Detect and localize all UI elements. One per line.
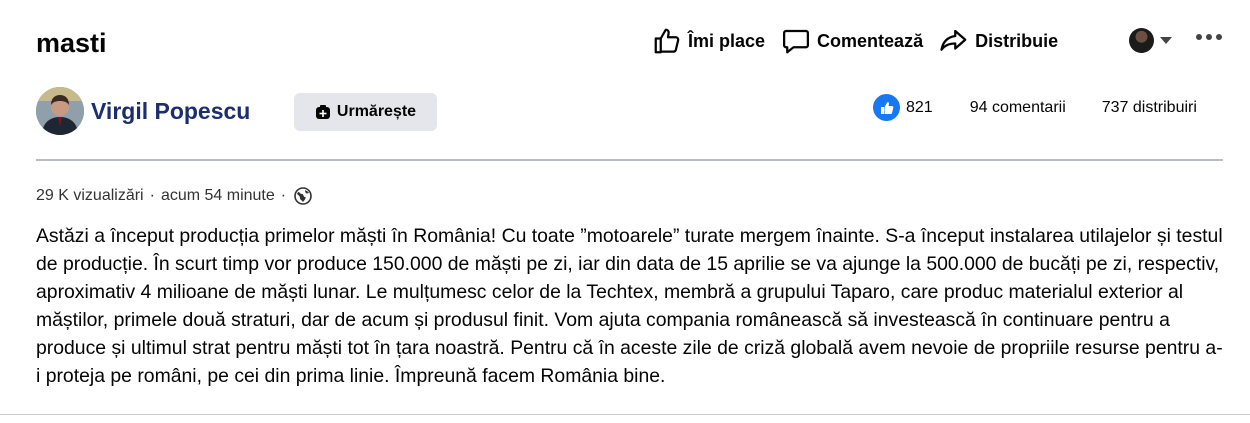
account-avatar — [1129, 28, 1154, 53]
more-options-button[interactable] — [1196, 34, 1222, 40]
share-count[interactable]: 737 distribuiri — [1102, 99, 1197, 117]
account-switcher[interactable] — [1129, 28, 1172, 53]
post-meta: 29 K vizualizări · acum 54 minute · — [36, 187, 312, 205]
speech-bubble-icon — [783, 29, 810, 54]
comment-count[interactable]: 94 comentarii — [970, 99, 1066, 117]
follow-button[interactable]: Urmărește — [294, 93, 437, 131]
more-dots-icon — [1196, 34, 1202, 40]
share-label: Distribuie — [975, 30, 1059, 51]
post-time[interactable]: acum 54 minute — [161, 187, 275, 205]
share-button[interactable]: Distribuie — [939, 26, 1058, 56]
like-button[interactable]: Îmi place — [652, 26, 765, 56]
reaction-stats: 821 94 comentarii 737 distribuiri — [873, 94, 1197, 121]
like-label: Îmi place — [688, 30, 766, 51]
share-arrow-icon — [940, 29, 967, 51]
chevron-down-icon — [1160, 37, 1172, 44]
author-avatar[interactable] — [36, 87, 84, 135]
comment-label: Comentează — [817, 30, 924, 51]
meta-separator: · — [149, 187, 155, 204]
divider — [36, 159, 1223, 161]
author-row: Virgil Popescu — [36, 87, 250, 135]
comment-button[interactable]: Comentează — [781, 26, 923, 56]
action-bar: Îmi place Comentează Distribuie — [652, 26, 1058, 56]
globe-icon[interactable] — [294, 187, 312, 205]
follow-label: Urmărește — [336, 103, 417, 120]
post-body-text: Astăzi a început producția primelor mășt… — [36, 225, 1223, 387]
video-title: masti — [36, 28, 107, 58]
view-count: 29 K vizualizări — [36, 187, 144, 204]
avatar-image — [36, 87, 84, 135]
meta-separator: · — [280, 187, 287, 204]
bottom-divider — [0, 414, 1250, 415]
like-reaction-icon — [873, 94, 900, 121]
thumbs-up-icon — [654, 28, 680, 54]
follow-plus-icon — [315, 105, 330, 119]
author-name-link[interactable]: Virgil Popescu — [91, 98, 250, 125]
like-count[interactable]: 821 — [906, 99, 933, 117]
